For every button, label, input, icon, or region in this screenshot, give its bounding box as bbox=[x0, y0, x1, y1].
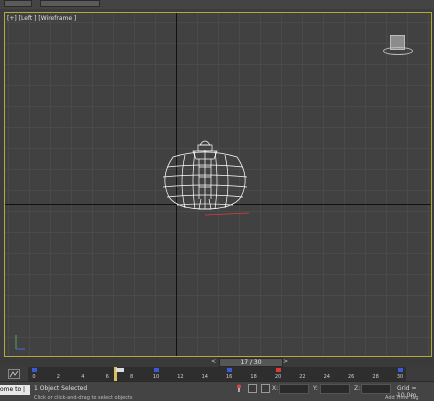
prompt-line: Click or click-and-drag to select object… bbox=[34, 395, 133, 401]
coord-z-field[interactable] bbox=[361, 384, 391, 394]
coord-x-label: X: bbox=[272, 385, 279, 392]
trackbar-tick-label: 24 bbox=[323, 374, 330, 380]
animation-key[interactable] bbox=[32, 368, 37, 372]
animation-key[interactable] bbox=[398, 368, 403, 372]
coord-x-field[interactable] bbox=[279, 384, 309, 394]
left-viewport[interactable]: [+] [Left ] [Wireframe ] bbox=[4, 12, 432, 357]
trackbar-tick-label: 2 bbox=[56, 374, 60, 380]
trackbar-tick-label: 20 bbox=[274, 374, 282, 380]
toolbar-button[interactable] bbox=[4, 0, 32, 7]
status-bar: ome to | 1 Object Selected Click or clic… bbox=[0, 381, 434, 401]
curve-editor-icon[interactable] bbox=[8, 369, 20, 379]
trackbar-tick-label: 0 bbox=[32, 374, 36, 380]
trackbar-tick-label: 4 bbox=[81, 374, 85, 380]
add-time-tag-button[interactable]: Add Time Tag bbox=[385, 395, 419, 401]
coord-z-label: Z: bbox=[354, 385, 361, 392]
coord-y-field[interactable] bbox=[320, 384, 350, 394]
trackbar-tick-label: 28 bbox=[372, 374, 379, 380]
axis-tripod-icon bbox=[15, 335, 25, 350]
animation-key[interactable] bbox=[227, 368, 233, 372]
trackbar-tick-label: 8 bbox=[130, 374, 134, 380]
selection-status: 1 Object Selected bbox=[34, 385, 88, 392]
coord-y-label: Y: bbox=[313, 385, 318, 392]
trackbar-tick-label: 22 bbox=[299, 374, 306, 380]
trackbar-tick-label: 10 bbox=[152, 374, 160, 380]
next-frame-button[interactable]: > bbox=[283, 358, 288, 365]
trackbar-tick-label: 16 bbox=[226, 374, 233, 380]
viewport-label[interactable]: [+] [Left ] [Wireframe ] bbox=[7, 15, 76, 22]
prev-frame-button[interactable]: < bbox=[211, 358, 216, 365]
current-frame-key bbox=[116, 368, 124, 372]
selection-lock-icon[interactable] bbox=[236, 384, 242, 392]
absolute-mode-icon[interactable] bbox=[261, 384, 270, 393]
animation-key[interactable] bbox=[276, 368, 281, 372]
time-slider[interactable]: < 17 / 30 > bbox=[0, 357, 434, 367]
teapot-wireframe[interactable] bbox=[153, 137, 263, 221]
trackbar-tick-label: 6 bbox=[105, 374, 109, 380]
viewcube[interactable] bbox=[383, 33, 413, 55]
maxscript-listener-field[interactable]: ome to | bbox=[0, 385, 30, 395]
trackbar-tick-label: 14 bbox=[201, 374, 208, 380]
isolate-selection-icon[interactable] bbox=[248, 384, 257, 393]
trackbar-tick-label: 30 bbox=[396, 374, 404, 380]
top-toolbar-strip bbox=[0, 0, 434, 9]
trackbar-tick-label: 12 bbox=[177, 374, 184, 380]
trackbar-tick-label: 26 bbox=[348, 374, 355, 380]
toolbar-button[interactable] bbox=[40, 0, 100, 7]
animation-key[interactable] bbox=[154, 368, 159, 372]
trackbar-tick-label: 18 bbox=[250, 374, 257, 380]
trackbar[interactable]: 0 2 4 6 8 10 12 14 16 18 20 22 24 26 28 30 bbox=[28, 367, 406, 381]
viewcube-ring-icon[interactable] bbox=[383, 47, 413, 55]
time-slider-thumb[interactable]: 17 / 30 bbox=[219, 358, 283, 367]
